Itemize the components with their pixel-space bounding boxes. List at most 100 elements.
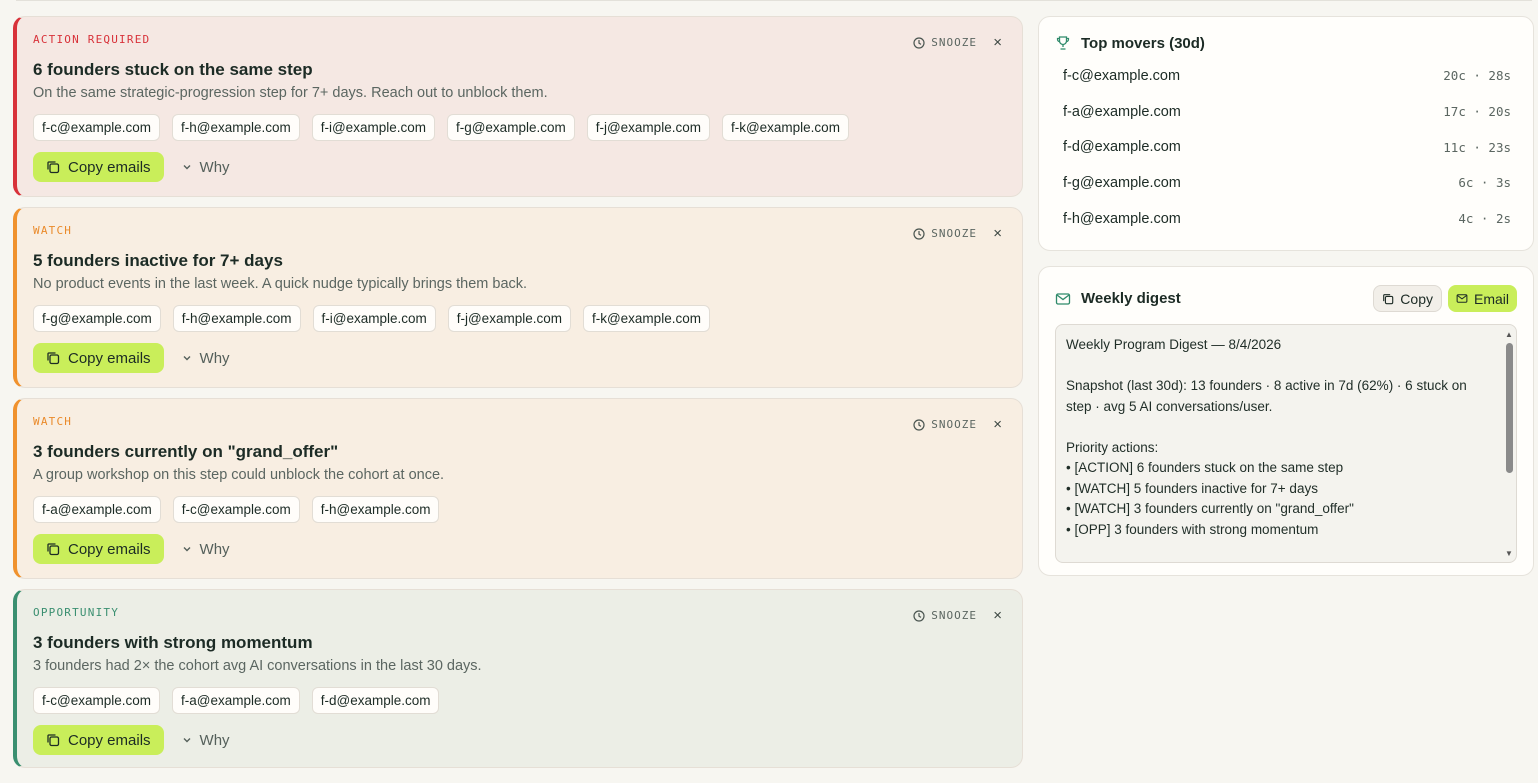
dismiss-button[interactable]: × — [993, 417, 1002, 432]
card-tag: OPPORTUNITY — [33, 606, 120, 619]
mover-stats: 20c · 28s — [1443, 68, 1511, 84]
snooze-button[interactable]: SNOOZE — [913, 609, 977, 622]
card-actions: Copy emails Why — [33, 152, 1002, 182]
copy-emails-label: Copy emails — [68, 731, 151, 749]
clock-icon — [913, 418, 925, 431]
scroll-down-icon[interactable]: ▼ — [1505, 550, 1513, 558]
email-digest-button[interactable]: Email — [1447, 285, 1517, 312]
top-divider — [16, 0, 1532, 1]
email-chip[interactable]: f-j@example.com — [447, 305, 571, 332]
clock-icon — [913, 227, 925, 240]
email-chip[interactable]: f-i@example.com — [311, 114, 435, 141]
card-title: 6 founders stuck on the same step — [33, 60, 313, 79]
mover-email: f-a@example.com — [1063, 103, 1181, 120]
mover-stats: 4c · 2s — [1458, 211, 1511, 227]
chevron-down-icon — [182, 162, 192, 172]
why-label: Why — [199, 540, 230, 558]
digest-scrollbar[interactable]: ▲ ▼ — [1504, 329, 1514, 560]
digest-buttons: Copy Email — [1373, 285, 1517, 312]
copy-icon — [46, 351, 60, 365]
top-movers-title: Top movers (30d) — [1081, 34, 1205, 52]
why-toggle[interactable]: Why — [182, 541, 230, 558]
mover-stats: 11c · 23s — [1443, 139, 1511, 155]
snooze-button[interactable]: SNOOZE — [913, 418, 977, 431]
insight-card-watch: WATCH SNOOZE × 5 founders inactive for 7… — [13, 207, 1023, 388]
card-title: 3 founders with strong momentum — [33, 633, 313, 652]
dismiss-button[interactable]: × — [993, 35, 1002, 50]
snooze-label: SNOOZE — [931, 609, 977, 622]
copy-emails-button[interactable]: Copy emails — [33, 343, 164, 373]
copy-digest-button[interactable]: Copy — [1373, 285, 1442, 312]
email-chip[interactable]: f-a@example.com — [171, 687, 300, 714]
copy-emails-button[interactable]: Copy emails — [33, 534, 164, 564]
card-tag: WATCH — [33, 415, 73, 428]
card-title: 5 founders inactive for 7+ days — [33, 251, 283, 270]
mover-row[interactable]: f-h@example.com 4c · 2s — [1055, 201, 1511, 237]
copy-emails-button[interactable]: Copy emails — [33, 152, 164, 182]
email-chip[interactable]: f-d@example.com — [311, 687, 440, 714]
mail-icon — [1456, 293, 1468, 304]
card-description: No product events in the last week. A qu… — [33, 276, 528, 292]
why-label: Why — [199, 349, 230, 367]
email-chip[interactable]: f-c@example.com — [172, 496, 300, 523]
copy-icon — [1382, 293, 1394, 305]
email-chip[interactable]: f-c@example.com — [33, 114, 160, 141]
dismiss-button[interactable]: × — [993, 608, 1002, 623]
copy-emails-button[interactable]: Copy emails — [33, 725, 164, 755]
email-digest-label: Email — [1473, 290, 1509, 307]
why-toggle[interactable]: Why — [182, 732, 230, 749]
email-chips: f-c@example.com f-h@example.com f-i@exam… — [33, 114, 1002, 141]
card-title: 3 founders currently on "grand_offer" — [33, 442, 339, 461]
digest-title-group: Weekly digest — [1055, 289, 1181, 309]
email-chips: f-c@example.com f-a@example.com f-d@exam… — [33, 687, 1002, 714]
snooze-label: SNOOZE — [931, 36, 977, 49]
snooze-button[interactable]: SNOOZE — [913, 36, 977, 49]
top-movers-panel: Top movers (30d) f-c@example.com 20c · 2… — [1038, 16, 1534, 251]
why-toggle[interactable]: Why — [182, 350, 230, 367]
mover-email: f-c@example.com — [1063, 67, 1181, 84]
copy-digest-label: Copy — [1400, 290, 1433, 307]
email-chip[interactable]: f-g@example.com — [446, 114, 575, 141]
chevron-down-icon — [182, 544, 192, 554]
email-chip[interactable]: f-a@example.com — [33, 496, 161, 523]
email-chip[interactable]: f-h@example.com — [171, 114, 300, 141]
trophy-icon — [1055, 35, 1071, 51]
mover-row[interactable]: f-g@example.com 6c · 3s — [1055, 165, 1511, 201]
mail-icon — [1055, 292, 1071, 306]
scroll-up-icon[interactable]: ▲ — [1505, 331, 1513, 339]
digest-title: Weekly digest — [1081, 290, 1181, 307]
mover-email: f-h@example.com — [1063, 210, 1181, 227]
chevron-down-icon — [182, 735, 192, 745]
email-chip[interactable]: f-h@example.com — [172, 305, 301, 332]
copy-icon — [46, 160, 60, 174]
why-toggle[interactable]: Why — [182, 159, 230, 176]
email-chip[interactable]: f-c@example.com — [33, 687, 160, 714]
copy-emails-label: Copy emails — [68, 158, 151, 176]
card-description: On the same strategic-progression step f… — [33, 85, 548, 101]
chevron-down-icon — [182, 353, 192, 363]
copy-icon — [46, 542, 60, 556]
card-description: 3 founders had 2× the cohort avg AI conv… — [33, 658, 482, 674]
scroll-thumb[interactable] — [1506, 343, 1513, 473]
email-chip[interactable]: f-h@example.com — [311, 496, 440, 523]
digest-textarea[interactable]: Weekly Program Digest — 8/4/2026 Snapsho… — [1055, 324, 1517, 563]
insight-card-action: ACTION REQUIRED SNOOZE × 6 founders stuc… — [13, 16, 1023, 197]
card-actions: Copy emails Why — [33, 343, 1002, 373]
email-chip[interactable]: f-k@example.com — [721, 114, 849, 141]
mover-row[interactable]: f-d@example.com 11c · 23s — [1055, 129, 1511, 165]
card-actions: Copy emails Why — [33, 725, 1002, 755]
digest-text: Weekly Program Digest — 8/4/2026 Snapsho… — [1066, 337, 1467, 537]
clock-icon — [913, 36, 925, 49]
email-chip[interactable]: f-i@example.com — [312, 305, 436, 332]
email-chip[interactable]: f-g@example.com — [33, 305, 161, 332]
email-chip[interactable]: f-k@example.com — [582, 305, 710, 332]
mover-row[interactable]: f-a@example.com 17c · 20s — [1055, 94, 1511, 130]
insight-card-opportunity: OPPORTUNITY SNOOZE × 3 founders with str… — [13, 589, 1023, 768]
snooze-button[interactable]: SNOOZE — [913, 227, 977, 240]
dismiss-button[interactable]: × — [993, 226, 1002, 241]
top-movers-header: Top movers (30d) — [1055, 33, 1511, 53]
email-chip[interactable]: f-j@example.com — [586, 114, 710, 141]
email-chips: f-g@example.com f-h@example.com f-i@exam… — [33, 305, 1002, 332]
mover-row[interactable]: f-c@example.com 20c · 28s — [1055, 58, 1511, 94]
insight-cards: ACTION REQUIRED SNOOZE × 6 founders stuc… — [13, 16, 1023, 778]
